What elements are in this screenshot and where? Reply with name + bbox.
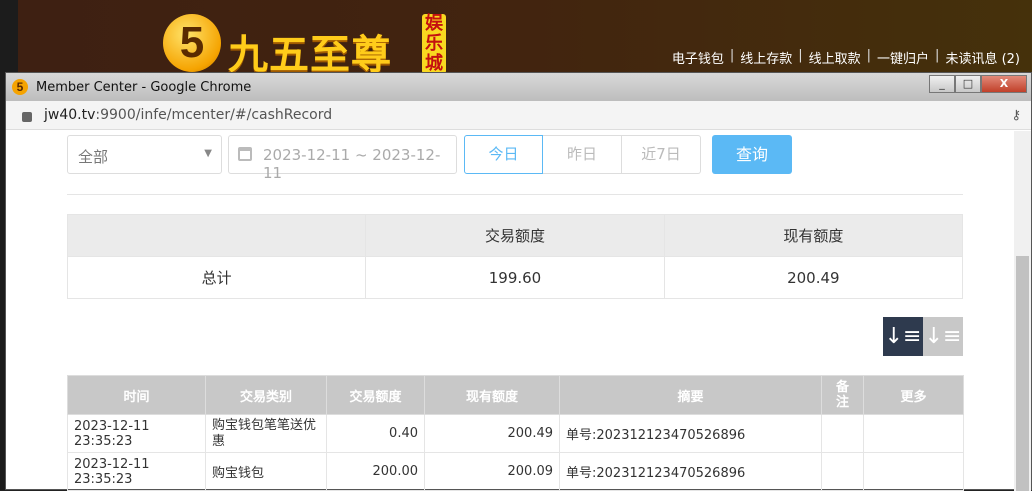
sort-ascending-icon[interactable]: ↓≡ — [923, 317, 963, 356]
title-bar[interactable]: 5 Member Center - Google Chrome _ □ X — [6, 73, 1031, 101]
type-select-value: 全部 — [78, 148, 109, 166]
cell-note — [821, 452, 864, 491]
table-row: 2023-12-11 23:35:23 购宝钱包笔笔送优惠 0.40 200.4… — [67, 414, 964, 453]
cell-time: 2023-12-11 23:35:23 — [67, 452, 206, 491]
logo-icon: 5 — [163, 14, 221, 72]
cell-more[interactable] — [863, 414, 964, 453]
cell-amount: 0.40 — [326, 414, 425, 453]
column-header: 备注 — [821, 375, 864, 415]
link-wallet[interactable]: 电子钱包 — [672, 48, 724, 67]
column-header: 现有额度 — [424, 375, 560, 415]
cell-type: 购宝钱包笔笔送优惠 — [205, 414, 327, 453]
cell-balance: 200.09 — [424, 452, 560, 491]
cell-time: 2023-12-11 23:35:23 — [67, 414, 206, 453]
link-consolidate[interactable]: 一键归户 — [877, 48, 929, 67]
cell-more[interactable] — [863, 452, 964, 491]
column-header: 更多 — [863, 375, 964, 415]
page-content: 全部 ▼ 2023-12-11 ~ 2023-12-11 今日 昨日 近7日 查询… — [6, 131, 1014, 491]
top-links: 电子钱包 | 线上存款 | 线上取款 | 一键归户 | 未读讯息 (2) — [672, 48, 1020, 67]
close-button[interactable]: X — [981, 75, 1027, 93]
scrollbar[interactable] — [1014, 131, 1031, 491]
last7-button[interactable]: 近7日 — [622, 135, 701, 174]
address-bar[interactable]: jw40.tv:9900/infe/mcenter/#/cashRecord ⚷ — [6, 101, 1031, 130]
cell-type: 购宝钱包 — [205, 452, 327, 491]
type-select[interactable]: 全部 ▼ — [67, 135, 222, 174]
records-table: 时间 交易类别 交易额度 现有额度 摘要 备注 更多 2023-12-11 23… — [67, 375, 964, 491]
link-messages[interactable]: 未读讯息 (2) — [945, 48, 1020, 67]
link-withdraw[interactable]: 线上取款 — [809, 48, 861, 67]
lock-icon — [22, 112, 32, 122]
column-header: 摘要 — [559, 375, 822, 415]
column-header: 交易类别 — [205, 375, 327, 415]
date-range-input[interactable]: 2023-12-11 ~ 2023-12-11 — [228, 135, 457, 182]
favicon-icon: 5 — [12, 79, 28, 95]
logo-tag: 娱乐城 — [422, 14, 446, 74]
divider: | — [729, 48, 735, 63]
chrome-window: 5 Member Center - Google Chrome _ □ X jw… — [5, 72, 1032, 491]
summary-cell: 总计 — [66, 256, 367, 299]
summary-cell: 199.60 — [365, 256, 665, 299]
summary-cell: 200.49 — [663, 256, 964, 299]
yesterday-button[interactable]: 昨日 — [543, 135, 622, 174]
scrollbar-thumb[interactable] — [1016, 256, 1029, 491]
today-button[interactable]: 今日 — [464, 135, 543, 174]
cell-summary: 单号:202312123470526896 — [559, 452, 822, 491]
divider: | — [798, 48, 803, 63]
chevron-down-icon: ▼ — [204, 148, 212, 159]
query-button[interactable]: 查询 — [712, 135, 792, 174]
date-range-value: 2023-12-11 ~ 2023-12-11 — [263, 146, 441, 182]
cell-summary: 单号:202312123470526896 — [559, 414, 822, 453]
url-path: :9900/infe/mcenter/#/cashRecord — [95, 107, 333, 123]
column-header: 交易额度 — [326, 375, 425, 415]
url-host: jw40.tv — [44, 107, 96, 123]
key-icon[interactable]: ⚷ — [1011, 108, 1021, 123]
cell-balance: 200.49 — [424, 414, 560, 453]
divider — [67, 194, 963, 195]
cell-amount: 200.00 — [326, 452, 425, 491]
summary-header: 交易额度 — [365, 214, 665, 257]
link-deposit[interactable]: 线上存款 — [740, 48, 792, 67]
summary-table: 交易额度 现有额度 总计 199.60 200.49 — [66, 214, 964, 299]
window-title: Member Center - Google Chrome — [36, 79, 252, 95]
calendar-icon — [238, 147, 252, 161]
sort-descending-icon[interactable]: ↓≡ — [883, 317, 923, 356]
summary-header — [66, 214, 367, 257]
minimize-button[interactable]: _ — [929, 75, 955, 93]
maximize-button[interactable]: □ — [955, 75, 981, 93]
site-banner: 5 九五至尊 娱乐城 电子钱包 | 线上存款 | 线上取款 | 一键归户 | 未读讯息 … — [18, 0, 1032, 78]
divider: | — [866, 48, 872, 63]
table-row: 2023-12-11 23:35:23 购宝钱包 200.00 200.09 单… — [67, 452, 964, 491]
divider: | — [935, 48, 940, 63]
cell-note — [821, 414, 864, 453]
column-header: 时间 — [67, 375, 206, 415]
summary-header: 现有额度 — [663, 214, 964, 257]
